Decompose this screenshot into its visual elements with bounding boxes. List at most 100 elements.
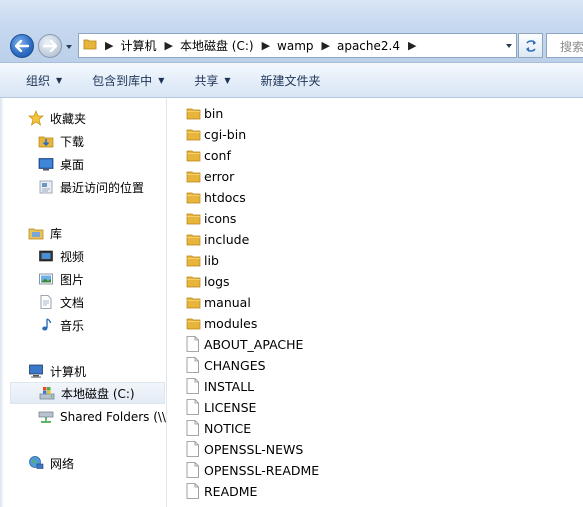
file-name: error — [204, 168, 235, 184]
breadcrumb-local-disk[interactable]: 本地磁盘 (C:) — [180, 37, 254, 54]
arrow-left-icon — [15, 40, 29, 52]
nav-documents-label: 文档 — [60, 295, 85, 310]
chevron-right-icon[interactable]: ▶ — [254, 39, 277, 52]
folder-item-include[interactable]: include — [186, 229, 249, 249]
folder-icon — [186, 273, 201, 289]
folder-item-cgi-bin[interactable]: cgi-bin — [186, 124, 246, 144]
new-folder-button[interactable]: 新建文件夹 — [253, 63, 329, 97]
refresh-icon — [525, 39, 536, 52]
folder-item-bin[interactable]: bin — [186, 103, 223, 123]
file-item-readme[interactable]: README — [186, 481, 257, 501]
nav-item-shared-folders[interactable]: Shared Folders (\\ — [38, 406, 166, 428]
file-name: OPENSSL-README — [204, 462, 320, 478]
nav-item-downloads[interactable]: 下载 — [38, 130, 84, 152]
nav-favorites-label: 收藏夹 — [50, 111, 87, 126]
file-name: LICENSE — [204, 399, 257, 415]
folder-item-conf[interactable]: conf — [186, 145, 231, 165]
nav-item-videos[interactable]: 视频 — [38, 245, 84, 267]
file-item-openssl-news[interactable]: OPENSSL-NEWS — [186, 439, 303, 459]
nav-item-desktop[interactable]: 桌面 — [38, 153, 84, 175]
nav-item-music[interactable]: 音乐 — [38, 314, 84, 336]
nav-network-label: 网络 — [50, 456, 75, 471]
file-name: manual — [204, 294, 251, 310]
folder-icon — [186, 147, 201, 163]
recent-places-icon — [38, 179, 54, 195]
navigation-pane: 收藏夹 下载 桌面 最近访问的位置 库 视频 图片 文档 音乐 计算机 本地磁盘… — [0, 98, 167, 507]
pictures-library-icon — [38, 271, 54, 287]
folder-icon — [186, 252, 201, 268]
file-item-notice[interactable]: NOTICE — [186, 418, 251, 438]
folder-icon — [186, 210, 201, 226]
share-button[interactable]: 共享 ▼ — [186, 63, 238, 97]
breadcrumb-computer[interactable]: 计算机 — [120, 37, 156, 54]
address-toolbar: ▶ 计算机 ▶ 本地磁盘 (C:) ▶ wamp ▶ apache2.4 ▶ 搜… — [0, 0, 583, 63]
file-item-install[interactable]: INSTALL — [186, 376, 254, 396]
folder-icon — [186, 294, 201, 310]
chevron-right-icon[interactable]: ▶ — [314, 39, 337, 52]
document-icon — [186, 483, 201, 499]
video-library-icon — [38, 248, 54, 264]
nav-desktop-label: 桌面 — [60, 157, 85, 172]
document-icon — [186, 357, 201, 373]
search-input[interactable]: 搜索 — [546, 33, 583, 58]
nav-pictures-label: 图片 — [60, 272, 85, 287]
nav-libraries-label: 库 — [50, 226, 63, 241]
chevron-right-icon[interactable]: ▶ — [156, 39, 179, 52]
file-item-about-apache[interactable]: ABOUT_APACHE — [186, 334, 303, 354]
folder-item-manual[interactable]: manual — [186, 292, 251, 312]
organize-menu-button[interactable]: 组织 ▼ — [18, 63, 70, 97]
nav-network[interactable]: 网络 — [28, 452, 74, 474]
refresh-button[interactable] — [518, 33, 543, 58]
folder-item-modules[interactable]: modules — [186, 313, 257, 333]
folder-item-icons[interactable]: icons — [186, 208, 236, 228]
back-button[interactable] — [10, 34, 34, 58]
file-item-openssl-readme[interactable]: OPENSSL-README — [186, 460, 319, 480]
file-name: conf — [204, 147, 231, 163]
document-icon — [186, 378, 201, 394]
folder-item-logs[interactable]: logs — [186, 271, 230, 291]
address-path-box[interactable]: ▶ 计算机 ▶ 本地磁盘 (C:) ▶ wamp ▶ apache2.4 ▶ — [78, 33, 517, 58]
breadcrumb-wamp[interactable]: wamp — [277, 39, 313, 53]
file-name: bin — [204, 105, 224, 121]
folder-icon — [186, 315, 201, 331]
nav-computer[interactable]: 计算机 — [28, 360, 86, 382]
file-list: bin cgi-bin conf error htdocs icons incl… — [167, 98, 583, 507]
folder-item-error[interactable]: error — [186, 166, 234, 186]
new-folder-label: 新建文件夹 — [260, 73, 321, 88]
desktop-icon — [38, 156, 54, 172]
nav-shared-folders-label: Shared Folders (\\ — [60, 410, 166, 424]
nav-item-documents[interactable]: 文档 — [38, 291, 84, 313]
folder-icon — [186, 231, 201, 247]
breadcrumb-apache[interactable]: apache2.4 — [337, 39, 400, 53]
nav-libraries[interactable]: 库 — [28, 222, 62, 244]
chevron-down-icon: ▼ — [158, 75, 165, 85]
share-label: 共享 — [194, 73, 219, 88]
include-in-library-button[interactable]: 包含到库中 ▼ — [84, 63, 172, 97]
chevron-right-icon[interactable]: ▶ — [97, 39, 120, 52]
file-name: cgi-bin — [204, 126, 247, 142]
arrow-right-icon — [43, 40, 57, 52]
include-in-library-label: 包含到库中 — [92, 73, 153, 88]
file-name: lib — [204, 252, 219, 268]
nav-item-pictures[interactable]: 图片 — [38, 268, 84, 290]
nav-music-label: 音乐 — [60, 318, 85, 333]
folder-icon — [186, 105, 201, 121]
file-item-changes[interactable]: CHANGES — [186, 355, 266, 375]
chevron-down-icon[interactable] — [505, 42, 513, 50]
nav-downloads-label: 下载 — [60, 134, 85, 149]
nav-favorites[interactable]: 收藏夹 — [28, 107, 86, 129]
folder-icon — [186, 168, 201, 184]
file-item-license[interactable]: LICENSE — [186, 397, 256, 417]
nav-item-recent-places[interactable]: 最近访问的位置 — [38, 176, 144, 198]
chevron-right-icon[interactable]: ▶ — [400, 39, 423, 52]
folder-icon — [83, 37, 97, 54]
organize-label: 组织 — [26, 73, 51, 88]
nav-item-local-disk-c[interactable]: 本地磁盘 (C:) — [10, 382, 165, 404]
command-bar: 组织 ▼ 包含到库中 ▼ 共享 ▼ 新建文件夹 — [0, 63, 583, 98]
chevron-down-icon: ▼ — [224, 75, 231, 85]
file-name: README — [204, 483, 258, 499]
folder-item-lib[interactable]: lib — [186, 250, 219, 270]
folder-item-htdocs[interactable]: htdocs — [186, 187, 246, 207]
recent-pages-dropdown-icon[interactable] — [65, 43, 73, 51]
forward-button[interactable] — [38, 34, 62, 58]
